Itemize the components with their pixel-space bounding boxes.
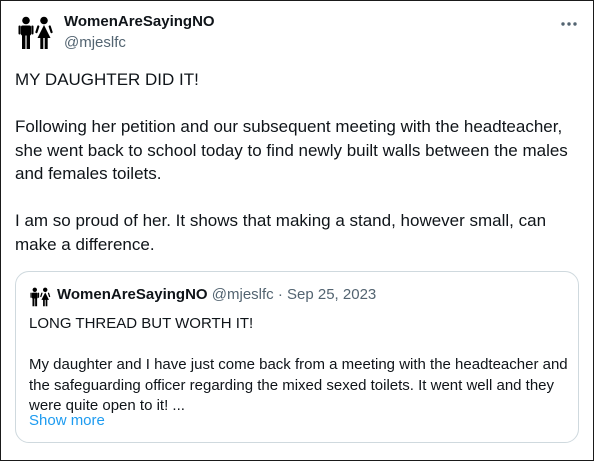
quoted-tweet[interactable]: WomenAreSayingNO @mjeslfc · Sep 25, 2023… <box>15 271 579 443</box>
tweet-paragraph: MY DAUGHTER DID IT! <box>15 70 199 89</box>
more-options-button[interactable] <box>559 14 579 34</box>
quoted-tweet-header: WomenAreSayingNO @mjeslfc · Sep 25, 2023 <box>57 286 376 303</box>
author-name[interactable]: WomenAreSayingNO <box>64 13 215 30</box>
quoted-paragraph: LONG THREAD BUT WORTH IT! <box>29 315 254 332</box>
quoted-author-handle[interactable]: @mjeslfc <box>212 286 274 303</box>
more-options-icon <box>561 22 577 26</box>
show-more-link[interactable]: Show more <box>29 412 105 429</box>
author-handle[interactable]: @mjeslfc <box>64 34 126 51</box>
toilet-people-icon[interactable] <box>16 16 54 50</box>
tweet-paragraph: I am so proud of her. It shows that maki… <box>15 211 547 254</box>
tweet-card: WomenAreSayingNO @mjeslfc MY DAUGHTER DI… <box>0 0 594 461</box>
separator-dot: · <box>277 286 283 303</box>
quoted-author-name[interactable]: WomenAreSayingNO <box>57 286 208 303</box>
quoted-paragraph: My daughter and I have just come back fr… <box>29 356 568 414</box>
tweet-paragraph: Following her petition and our subsequen… <box>15 117 568 183</box>
toilet-people-icon <box>30 287 51 307</box>
quoted-tweet-date[interactable]: Sep 25, 2023 <box>287 286 376 303</box>
quoted-tweet-text: LONG THREAD BUT WORTH IT! My daughter an… <box>29 314 569 417</box>
tweet-text: MY DAUGHTER DID IT! Following her petiti… <box>15 68 580 256</box>
